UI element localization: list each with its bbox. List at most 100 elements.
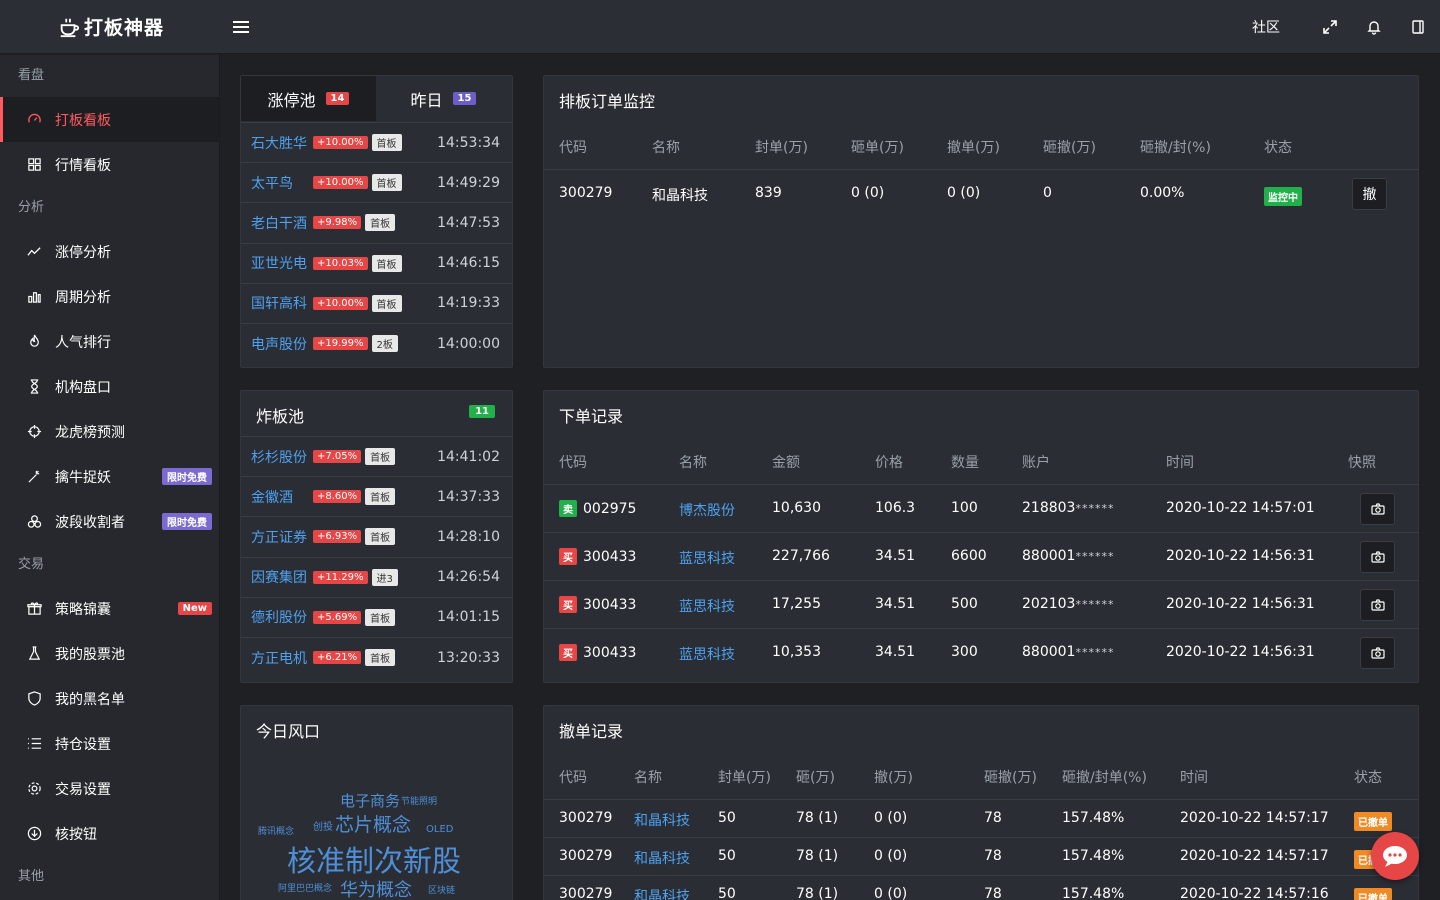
stock-name-link[interactable]: 蓝思科技 bbox=[679, 596, 735, 616]
sidebar-item-cycle-analysis[interactable]: 周期分析 bbox=[0, 274, 219, 319]
trend-cloud-panel: 今日风口 电子商务 节能照明 腾讯概念 创投 芯片概念 OLED 核准制次新股 … bbox=[240, 705, 513, 900]
tab-yesterday[interactable]: 昨日 15 bbox=[376, 76, 511, 121]
change-percent-badge: +10.03% bbox=[313, 256, 368, 270]
board-level-badge: 首板 bbox=[365, 528, 396, 546]
sidebar-item-label: 持仓设置 bbox=[55, 736, 111, 753]
col-header: 账户 bbox=[1022, 455, 1050, 471]
stock-name-link[interactable]: 太平鸟 bbox=[251, 173, 313, 193]
sidebar-item-blacklist[interactable]: 我的黑名单 bbox=[0, 676, 219, 721]
word-cloud-term[interactable]: 区块链 bbox=[428, 883, 455, 896]
sidebar-item-market-board[interactable]: 行情看板 bbox=[0, 142, 219, 187]
sidebar-item-popularity[interactable]: 人气排行 bbox=[0, 319, 219, 364]
panel-title: 下单记录 bbox=[559, 407, 624, 426]
list-icon bbox=[26, 736, 42, 752]
stock-name-link[interactable]: 方正电机 bbox=[251, 648, 313, 668]
word-cloud-term[interactable]: 核准制次新股 bbox=[287, 838, 461, 880]
table-row: 300279 和晶科技 50 78 (1) 0 (0) 78 157.48% 2020-10-… bbox=[544, 837, 1418, 875]
sidebar-item-strategy[interactable]: 策略锦囊 New bbox=[0, 586, 219, 631]
sidebar: 看盘 打板看板 行情看板 分析 涨停分析 周期分析 人气排行 机构盘口 龙虎榜预… bbox=[0, 55, 220, 900]
change-percent-badge: +10.00% bbox=[313, 296, 368, 310]
stock-code-cell: 买 300433 bbox=[559, 548, 636, 565]
col-header: 名称 bbox=[652, 140, 680, 156]
word-cloud-term[interactable]: 华为概念 bbox=[340, 876, 412, 900]
smash-cancel-amount: 78 bbox=[984, 848, 1002, 864]
panel-title: 今日风口 bbox=[256, 722, 321, 741]
stock-name-link[interactable]: 蓝思科技 bbox=[679, 644, 735, 664]
stock-name-link[interactable]: 国轩高科 bbox=[251, 293, 313, 313]
sidebar-item-nuke-button[interactable]: 核按钮 bbox=[0, 811, 219, 856]
change-percent-badge: +9.98% bbox=[313, 216, 362, 230]
stock-name-link[interactable]: 和晶科技 bbox=[634, 848, 690, 868]
sidebar-section-title: 看盘 bbox=[18, 68, 45, 83]
order-time: 2020-10-22 14:56:31 bbox=[1166, 596, 1315, 612]
snapshot-button[interactable] bbox=[1360, 589, 1395, 621]
snapshot-button[interactable] bbox=[1360, 637, 1395, 669]
stock-name-link[interactable]: 杉杉股份 bbox=[251, 447, 313, 467]
sidebar-section-title: 分析 bbox=[18, 200, 45, 215]
tab-limit-up-pool[interactable]: 涨停池 14 bbox=[241, 76, 376, 121]
sidebar-item-trade-settings[interactable]: 交易设置 bbox=[0, 766, 219, 811]
community-link[interactable]: 社区 bbox=[1252, 17, 1280, 37]
cancel-amount: 0 (0) bbox=[874, 848, 908, 864]
cancel-amount: 0 (0) bbox=[874, 886, 908, 900]
col-header: 封单(万) bbox=[718, 770, 771, 786]
download-circle-icon bbox=[26, 826, 42, 842]
chat-button[interactable] bbox=[1371, 832, 1419, 880]
sidebar-section-title: 交易 bbox=[18, 557, 45, 572]
stock-name-link[interactable]: 因赛集团 bbox=[251, 567, 313, 587]
snapshot-button[interactable] bbox=[1360, 493, 1395, 525]
word-cloud-term[interactable]: 芯片概念 bbox=[335, 810, 411, 837]
panel-title: 撤单记录 bbox=[559, 722, 624, 741]
stock-name-link[interactable]: 金徽酒 bbox=[251, 487, 313, 507]
snapshot-button[interactable] bbox=[1360, 541, 1395, 573]
word-cloud-term[interactable]: 腾讯概念 bbox=[258, 824, 294, 837]
gear-icon bbox=[26, 781, 42, 797]
col-header: 快照 bbox=[1348, 455, 1376, 471]
sidebar-item-daban-board[interactable]: 打板看板 bbox=[0, 97, 219, 142]
word-cloud-term[interactable]: 节能照明 bbox=[401, 794, 437, 807]
stock-name-link[interactable]: 和晶科技 bbox=[634, 886, 690, 900]
sidebar-item-swing-harvester[interactable]: 波段收割者 限时免费 bbox=[0, 499, 219, 544]
stock-name-link[interactable]: 石大胜华 bbox=[251, 133, 313, 153]
count-badge: 11 bbox=[469, 405, 495, 418]
stock-name-link[interactable]: 方正证券 bbox=[251, 527, 313, 547]
sidebar-item-stock-pool[interactable]: 我的股票池 bbox=[0, 631, 219, 676]
list-item: 因赛集团 +11.29% 进3 14:26:54 bbox=[241, 556, 512, 597]
stock-name-link[interactable]: 电声股份 bbox=[251, 334, 313, 354]
stock-code: 300279 bbox=[559, 886, 613, 900]
col-header: 状态 bbox=[1264, 140, 1292, 156]
sidebar-item-label: 周期分析 bbox=[55, 289, 111, 306]
word-cloud-term[interactable]: 创投 bbox=[313, 818, 333, 833]
stock-name-link[interactable]: 德利股份 bbox=[251, 607, 313, 627]
stock-name-link[interactable]: 亚世光电 bbox=[251, 253, 313, 273]
cancel-time: 2020-10-22 14:57:17 bbox=[1180, 810, 1329, 826]
fullscreen-icon[interactable] bbox=[1308, 0, 1352, 54]
list-item: 金徽酒 +8.60% 首板 14:37:33 bbox=[241, 476, 512, 516]
menu-toggle-icon[interactable] bbox=[233, 18, 249, 36]
word-cloud-term[interactable]: OLED bbox=[426, 824, 453, 835]
count-badge: 15 bbox=[452, 92, 477, 105]
order-amount: 17,255 bbox=[772, 596, 821, 612]
sidebar-item-position-settings[interactable]: 持仓设置 bbox=[0, 721, 219, 766]
word-cloud-term[interactable]: 阿里巴巴概念 bbox=[278, 881, 332, 894]
app-logo[interactable]: 打板神器 bbox=[58, 13, 164, 40]
cancel-order-button[interactable]: 撤 bbox=[1352, 178, 1387, 210]
col-header: 代码 bbox=[559, 770, 587, 786]
sidebar-item-limit-analysis[interactable]: 涨停分析 bbox=[0, 229, 219, 274]
word-cloud-term[interactable]: 电子商务 bbox=[340, 790, 400, 811]
bell-icon[interactable] bbox=[1352, 0, 1396, 54]
stock-name-link[interactable]: 蓝思科技 bbox=[679, 548, 735, 568]
change-percent-badge: +6.21% bbox=[313, 651, 362, 664]
cancel-amount: 0 (0) bbox=[947, 185, 981, 201]
stock-name-link[interactable]: 博杰股份 bbox=[679, 500, 735, 520]
sidebar-item-dragon-tiger[interactable]: 龙虎榜预测 bbox=[0, 409, 219, 454]
sidebar-item-label: 行情看板 bbox=[55, 157, 111, 174]
ratio: 0.00% bbox=[1140, 185, 1185, 201]
stock-name-link[interactable]: 老白干酒 bbox=[251, 213, 313, 233]
sidebar-item-institution[interactable]: 机构盘口 bbox=[0, 364, 219, 409]
board-level-badge: 首板 bbox=[365, 448, 396, 465]
col-header: 金额 bbox=[772, 455, 800, 471]
stock-name-link[interactable]: 和晶科技 bbox=[634, 810, 690, 830]
panel-toggle-icon[interactable] bbox=[1396, 0, 1440, 54]
sidebar-item-catch-bull[interactable]: 擒牛捉妖 限时免费 bbox=[0, 454, 219, 499]
